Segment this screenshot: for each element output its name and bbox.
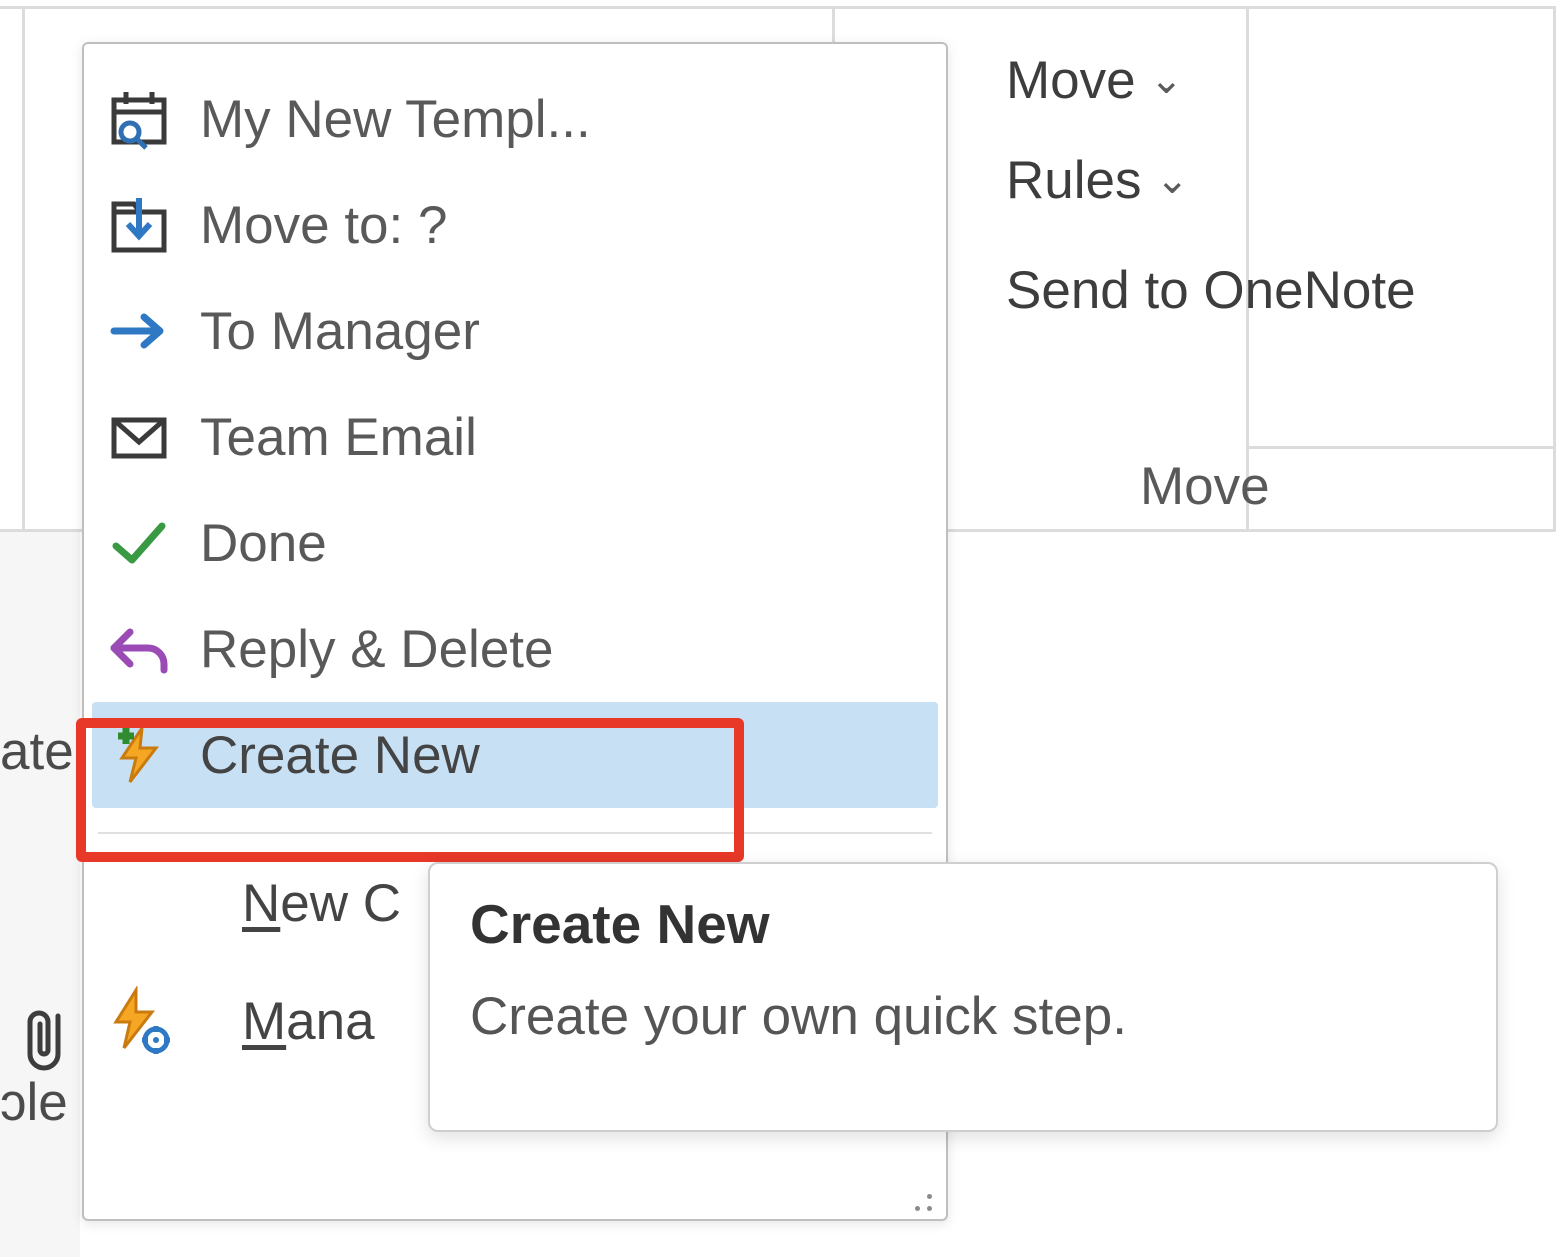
envelope-icon — [100, 398, 178, 476]
quick-steps-list: My New Templ... Move to: ? — [84, 44, 946, 814]
new-quick-step-label: New C — [242, 873, 401, 934]
quick-step-label: My New Templ... — [200, 89, 591, 150]
tooltip: Create New Create your own quick step. — [428, 862, 1498, 1132]
quick-step-move-to[interactable]: Move to: ? — [92, 172, 938, 278]
tooltip-body: Create your own quick step. — [470, 986, 1456, 1047]
reply-icon — [100, 610, 178, 688]
move-group: Move ⌄ Rules ⌄ Send to OneNote — [998, 30, 1542, 350]
ribbon-top-border — [0, 6, 1556, 9]
quick-step-my-new-template[interactable]: My New Templ... — [92, 66, 938, 172]
manage-quick-steps-label: Mana — [242, 991, 375, 1052]
lightning-gear-icon — [100, 982, 178, 1060]
checkmark-icon — [100, 504, 178, 582]
forward-arrow-icon — [100, 292, 178, 370]
cropped-text: ɔle — [0, 1072, 68, 1133]
quick-step-create-new[interactable]: Create New — [92, 702, 938, 808]
calendar-search-icon — [100, 80, 178, 158]
cropped-text: ate — [0, 721, 74, 782]
send-to-onenote-button[interactable]: Send to OneNote — [998, 230, 1542, 350]
quick-step-label: Team Email — [200, 407, 477, 468]
move-group-label: Move — [1140, 456, 1270, 517]
onenote-label: Send to OneNote — [1006, 260, 1416, 321]
quick-step-label: Reply & Delete — [200, 619, 554, 680]
quick-step-label: Move to: ? — [200, 195, 447, 256]
quick-step-to-manager[interactable]: To Manager — [92, 278, 938, 384]
blank-icon — [100, 864, 178, 942]
quick-step-team-email[interactable]: Team Email — [92, 384, 938, 490]
tooltip-title: Create New — [470, 892, 1456, 956]
quick-step-label: To Manager — [200, 301, 480, 362]
menu-separator — [98, 832, 932, 834]
chevron-down-icon: ⌄ — [1150, 57, 1184, 103]
rules-label: Rules — [1006, 150, 1142, 211]
quick-step-done[interactable]: Done — [92, 490, 938, 596]
chevron-down-icon: ⌄ — [1156, 157, 1190, 203]
move-to-folder-icon — [100, 186, 178, 264]
ribbon-divider — [22, 9, 25, 529]
lightning-plus-icon — [100, 716, 178, 794]
quick-step-reply-delete[interactable]: Reply & Delete — [92, 596, 938, 702]
move-button[interactable]: Move ⌄ — [998, 30, 1542, 130]
rules-button[interactable]: Rules ⌄ — [998, 130, 1542, 230]
quick-step-label: Create New — [200, 725, 480, 786]
attachment-icon — [18, 1002, 72, 1076]
resize-grip-icon[interactable] — [902, 1181, 932, 1211]
ribbon-group-separator — [1246, 446, 1556, 449]
quick-step-label: Done — [200, 513, 327, 574]
move-label: Move — [1006, 50, 1136, 111]
